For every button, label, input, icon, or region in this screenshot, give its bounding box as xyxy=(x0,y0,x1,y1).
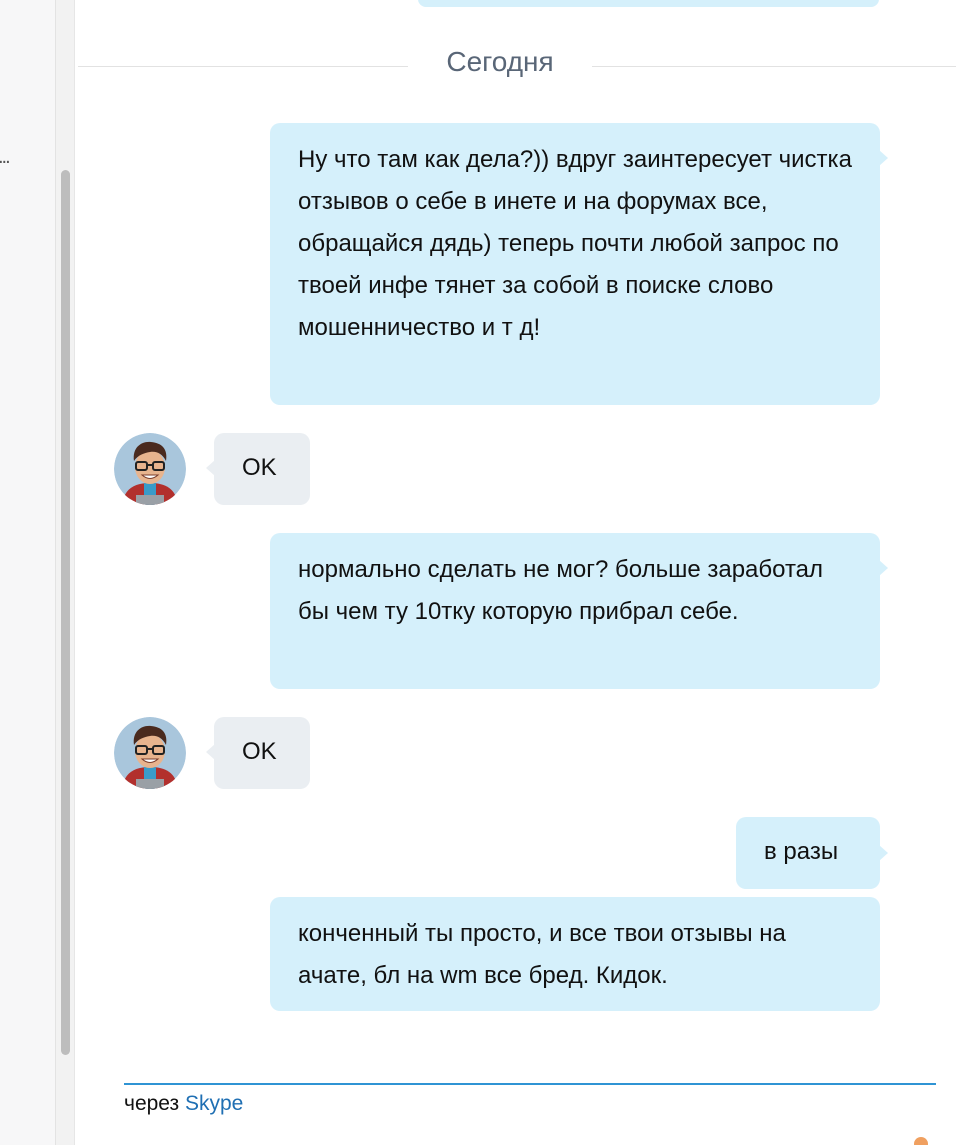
message-text: нормально сделать не мог? больше заработ… xyxy=(298,556,824,625)
message-text: в разы xyxy=(764,838,839,865)
bubble-tail xyxy=(206,744,215,760)
status-icon xyxy=(914,1137,928,1145)
message-text: OK xyxy=(242,738,277,765)
chat-window: ... Сегодня Ну что там как дела?)) вдруг… xyxy=(0,0,956,1145)
incoming-message[interactable]: OK xyxy=(206,433,310,505)
via-label: через xyxy=(124,1092,180,1115)
outgoing-message[interactable]: Ну что там как дела?)) вдруг заинтересуе… xyxy=(270,123,888,405)
bubble-tail xyxy=(879,560,888,576)
outgoing-message[interactable]: в разы xyxy=(736,817,888,889)
message-text: OK xyxy=(242,454,277,481)
skype-link[interactable]: Skype xyxy=(185,1092,243,1115)
scrollbar-track[interactable] xyxy=(55,0,75,1145)
contact-avatar[interactable] xyxy=(114,717,186,789)
message-text: конченный ты просто, и все твои отзывы н… xyxy=(298,920,786,989)
date-separator-label: Сегодня xyxy=(446,46,554,77)
footer-divider xyxy=(124,1083,936,1085)
avatar-icon xyxy=(114,433,186,505)
scrollbar-thumb[interactable] xyxy=(61,170,70,1055)
date-divider-left xyxy=(78,66,408,67)
outgoing-message[interactable]: нормально сделать не мог? больше заработ… xyxy=(270,533,888,689)
message-text: Ну что там как дела?)) вдруг заинтересуе… xyxy=(298,146,852,341)
avatar-icon xyxy=(114,717,186,789)
previous-message-bubble xyxy=(418,0,879,7)
bubble-tail xyxy=(879,845,888,861)
bubble-tail xyxy=(879,150,888,166)
contact-avatar[interactable] xyxy=(114,433,186,505)
incoming-message[interactable]: OK xyxy=(206,717,310,789)
conversation-list-pane: ... xyxy=(0,0,55,1145)
truncated-text: ... xyxy=(0,146,11,168)
outgoing-message[interactable]: конченный ты просто, и все твои отзывы н… xyxy=(270,897,880,1011)
via-skype-footer: через Skype xyxy=(124,1092,243,1116)
bubble-tail xyxy=(206,460,215,476)
date-divider-right xyxy=(592,66,956,67)
